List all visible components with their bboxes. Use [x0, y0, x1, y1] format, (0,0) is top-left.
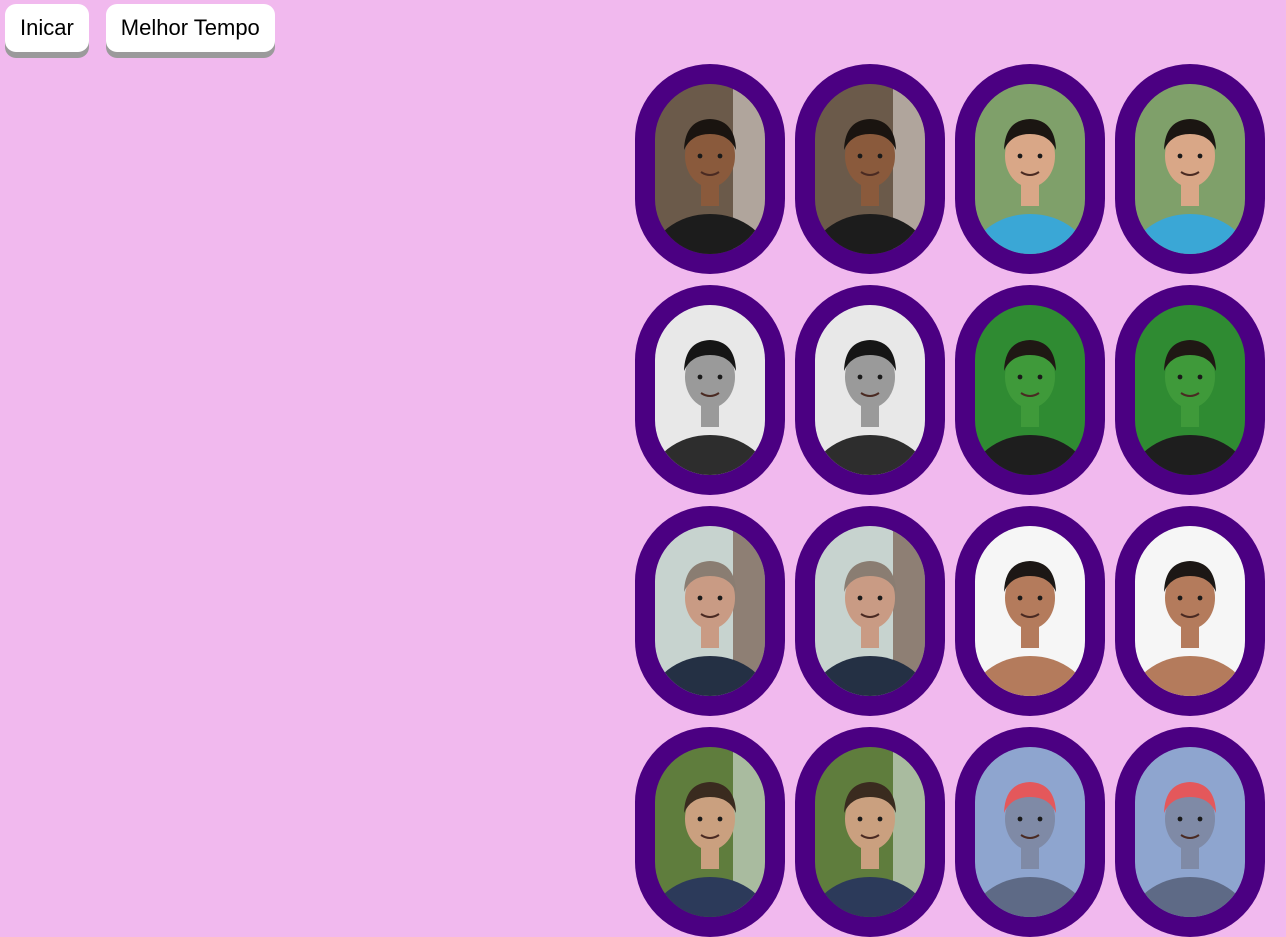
- memory-card[interactable]: [955, 727, 1105, 937]
- memory-card[interactable]: [1115, 727, 1265, 937]
- card-photo: [655, 305, 765, 475]
- card-photo: [655, 747, 765, 917]
- memory-board: [635, 64, 1265, 937]
- card-photo: [815, 747, 925, 917]
- memory-card[interactable]: [795, 64, 945, 274]
- memory-card[interactable]: [635, 285, 785, 495]
- card-photo: [975, 305, 1085, 475]
- memory-card[interactable]: [635, 64, 785, 274]
- memory-card[interactable]: [1115, 506, 1265, 716]
- memory-card[interactable]: [635, 506, 785, 716]
- best-time-button[interactable]: Melhor Tempo: [105, 4, 275, 52]
- card-photo: [655, 84, 765, 254]
- memory-card[interactable]: [1115, 285, 1265, 495]
- card-photo: [1135, 84, 1245, 254]
- card-photo: [655, 526, 765, 696]
- memory-card[interactable]: [795, 506, 945, 716]
- card-photo: [815, 526, 925, 696]
- memory-card[interactable]: [955, 285, 1105, 495]
- memory-card[interactable]: [795, 727, 945, 937]
- start-button[interactable]: Inicar: [5, 4, 89, 52]
- card-photo: [1135, 747, 1245, 917]
- memory-card[interactable]: [1115, 64, 1265, 274]
- card-photo: [1135, 305, 1245, 475]
- card-photo: [1135, 526, 1245, 696]
- card-photo: [975, 84, 1085, 254]
- memory-card[interactable]: [955, 64, 1105, 274]
- card-photo: [815, 84, 925, 254]
- memory-card[interactable]: [635, 727, 785, 937]
- card-photo: [975, 747, 1085, 917]
- memory-card[interactable]: [955, 506, 1105, 716]
- memory-card[interactable]: [795, 285, 945, 495]
- card-photo: [815, 305, 925, 475]
- card-photo: [975, 526, 1085, 696]
- toolbar: Inicar Melhor Tempo: [5, 4, 275, 52]
